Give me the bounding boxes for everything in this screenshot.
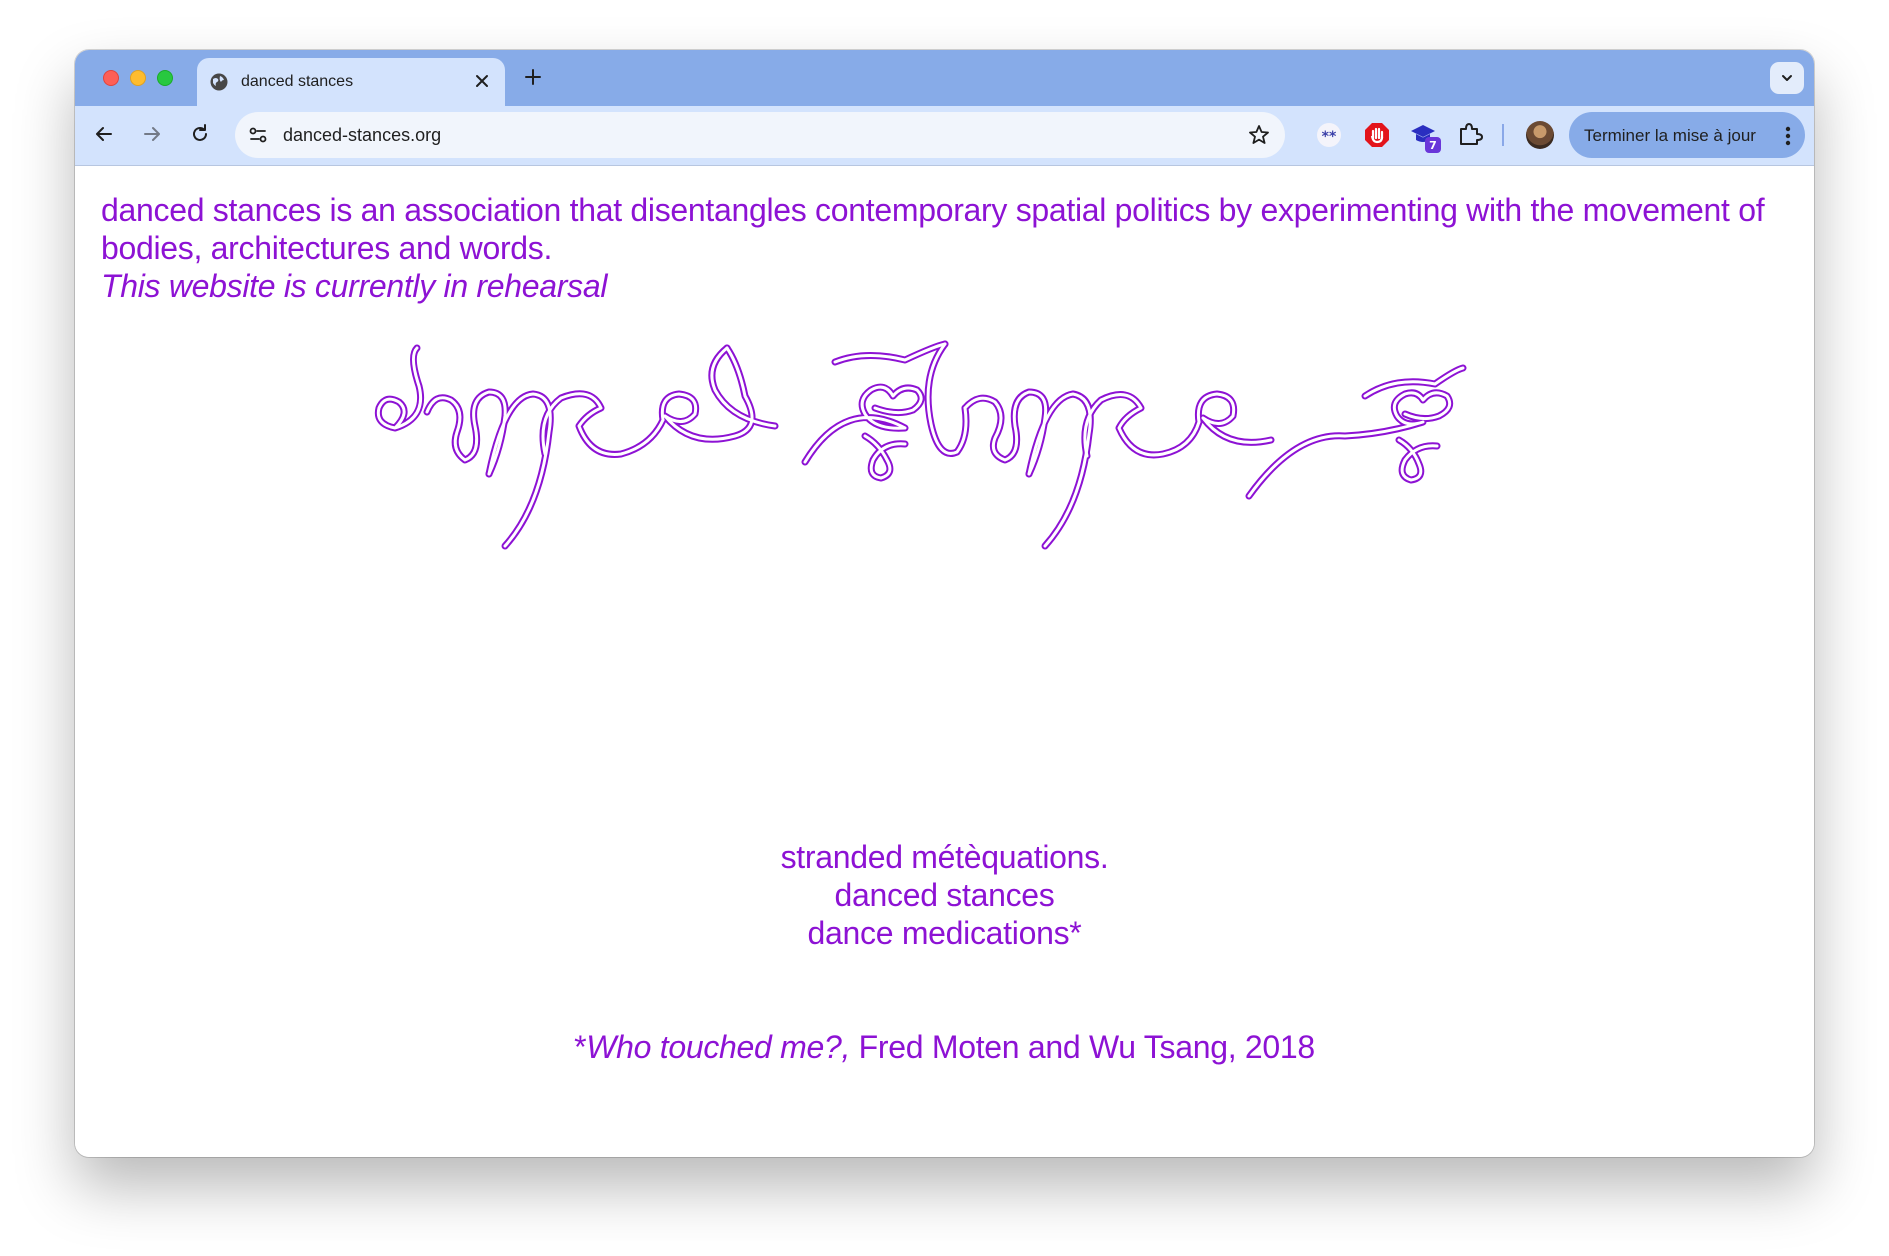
close-tab-icon[interactable] bbox=[473, 72, 491, 90]
browser-toolbar: danced-stances.org ** 7 Terminer la mise bbox=[75, 106, 1814, 166]
reload-icon[interactable] bbox=[189, 123, 211, 145]
citation-marker: * bbox=[574, 1029, 587, 1065]
more-options-icon[interactable] bbox=[1785, 126, 1791, 146]
forward-arrow-icon[interactable] bbox=[141, 123, 163, 145]
intro-block: danced stances is an association that di… bbox=[101, 191, 1791, 305]
tab-active[interactable]: danced stances bbox=[197, 58, 505, 106]
danced-stances-logo bbox=[374, 340, 1467, 550]
page-content: danced stances is an association that di… bbox=[75, 166, 1814, 1157]
tagline-line: danced stances bbox=[834, 877, 1055, 913]
svg-text:**: ** bbox=[1322, 129, 1337, 145]
graduation-cap-extension-icon[interactable]: 7 bbox=[1409, 121, 1445, 155]
globe-icon bbox=[210, 73, 228, 91]
url-text: danced-stances.org bbox=[283, 125, 442, 145]
tab-strip: danced stances bbox=[75, 50, 1814, 106]
toolbar-separator bbox=[1502, 124, 1504, 146]
asterisks-extension-icon[interactable]: ** bbox=[1315, 121, 1343, 149]
profile-avatar[interactable] bbox=[1526, 121, 1554, 149]
citation-title: Who touched me?, bbox=[586, 1029, 851, 1065]
tagline-lines: stranded métèquations. danced stances da… bbox=[75, 838, 1814, 952]
rehearsal-notice: This website is currently in rehearsal bbox=[101, 268, 608, 304]
close-window-button[interactable] bbox=[103, 70, 119, 86]
browser-window: danced stances danced-stances.org ** 7 T… bbox=[75, 50, 1814, 1157]
tagline-line: stranded métèquations. bbox=[780, 839, 1109, 875]
citation: *Who touched me?, Fred Moten and Wu Tsan… bbox=[75, 1028, 1814, 1066]
update-button[interactable]: Terminer la mise à jour bbox=[1569, 112, 1805, 158]
maximize-window-button[interactable] bbox=[157, 70, 173, 86]
intro-text: danced stances is an association that di… bbox=[101, 192, 1765, 266]
address-bar[interactable]: danced-stances.org bbox=[235, 112, 1285, 158]
tab-search-button[interactable] bbox=[1770, 62, 1804, 94]
site-settings-icon[interactable] bbox=[247, 124, 269, 146]
minimize-window-button[interactable] bbox=[130, 70, 146, 86]
update-button-label: Terminer la mise à jour bbox=[1584, 126, 1756, 145]
back-arrow-icon[interactable] bbox=[93, 123, 115, 145]
extension-badge: 7 bbox=[1429, 139, 1437, 152]
citation-authors: Fred Moten and Wu Tsang, 2018 bbox=[850, 1029, 1316, 1065]
new-tab-icon[interactable] bbox=[523, 67, 543, 87]
tab-title: danced stances bbox=[241, 73, 354, 90]
bookmark-star-icon[interactable] bbox=[1247, 123, 1271, 147]
puzzle-extensions-icon[interactable] bbox=[1457, 121, 1483, 147]
chevron-down-icon bbox=[1782, 75, 1792, 81]
stop-hand-extension-icon[interactable] bbox=[1363, 121, 1391, 149]
tagline-line: dance medications* bbox=[807, 915, 1082, 951]
